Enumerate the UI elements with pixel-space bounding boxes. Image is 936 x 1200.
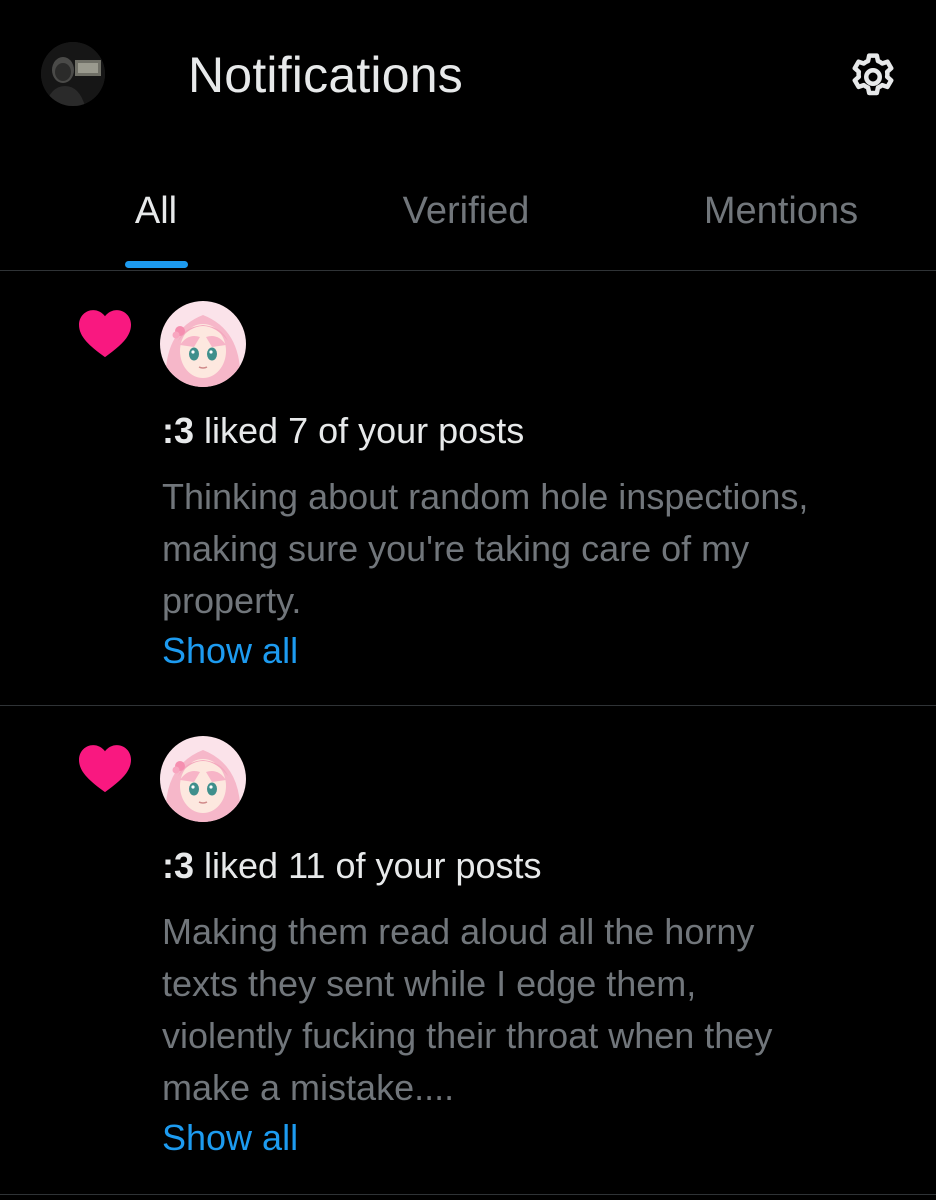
post-preview-line: violently fucking their throat when they (162, 1015, 773, 1056)
tab-label: All (134, 190, 178, 232)
show-all-link[interactable]: Show all (162, 629, 298, 673)
post-preview-line: Making them read aloud all the horny (162, 911, 755, 952)
post-preview-line: Thinking about random hole inspections, (162, 476, 809, 517)
tab-label: Verified (402, 190, 530, 232)
notification-headline: :3 liked 7 of your posts (162, 409, 902, 453)
anime-avatar-icon (160, 736, 246, 822)
show-all-link[interactable]: Show all (162, 1116, 298, 1160)
actor-avatar[interactable] (160, 301, 246, 387)
actor-name[interactable]: :3 (162, 410, 194, 451)
heart-icon (79, 745, 131, 793)
post-preview: Making them read aloud all the horny tex… (162, 906, 902, 1114)
gear-icon (852, 53, 894, 96)
notification-item[interactable]: :3 liked 11 of your posts Making them re… (0, 706, 936, 1195)
active-tab-indicator (125, 261, 188, 268)
actor-avatar[interactable] (160, 736, 246, 822)
heart-icon (79, 310, 131, 358)
tab-mentions[interactable]: Mentions (665, 170, 897, 270)
post-preview-line: make a mistake.... (162, 1067, 455, 1108)
settings-button[interactable] (844, 48, 902, 106)
notification-tabs: All Verified Mentions (0, 170, 936, 271)
post-preview: Thinking about random hole inspections, … (162, 471, 902, 627)
tab-verified[interactable]: Verified (360, 170, 572, 270)
user-avatar-icon (41, 42, 105, 106)
notifications-screen: Notifications All Verified Mentions:3 l… (0, 0, 936, 1200)
post-preview-line: making sure you're taking care of my (162, 528, 750, 569)
top-bar: Notifications (0, 0, 936, 150)
notification-item[interactable]: :3 liked 7 of your posts Thinking about … (0, 271, 936, 706)
tab-all[interactable]: All (100, 170, 212, 270)
tab-label: Mentions (703, 190, 859, 232)
actor-name[interactable]: :3 (162, 845, 194, 886)
profile-avatar[interactable] (41, 42, 105, 106)
notification-action: liked 11 of your posts (204, 845, 542, 886)
anime-avatar-icon (160, 301, 246, 387)
page-title: Notifications (188, 47, 463, 103)
post-preview-line: texts they sent while I edge them, (162, 963, 697, 1004)
notification-headline: :3 liked 11 of your posts (162, 844, 902, 888)
post-preview-line: property. (162, 580, 302, 621)
notification-action: liked 7 of your posts (204, 410, 525, 451)
